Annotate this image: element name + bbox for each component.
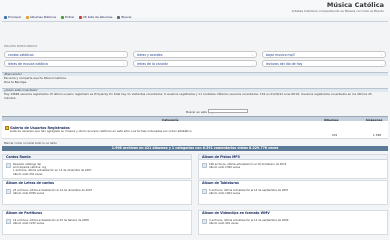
album-panel: Álbum de Tablaturas 5 archivos, última a… xyxy=(198,180,388,205)
chevron-right-icon: › xyxy=(251,62,253,66)
album-panel: Álbum de Pistas MP3 106 archivos, última… xyxy=(198,154,388,179)
ad-link-text: letras de musica católica xyxy=(8,61,48,66)
favorites-icon xyxy=(79,15,83,19)
album-count: 231 xyxy=(332,133,338,137)
nav-divider xyxy=(2,21,388,22)
album-thumbnail[interactable] xyxy=(202,163,207,168)
welcome-line: Dios te Bendiga. xyxy=(4,79,28,84)
site-title: Música Católica xyxy=(326,1,384,9)
album-thumbnail[interactable] xyxy=(6,163,11,168)
album-info: 19 archivos, última actualización el 25 … xyxy=(13,219,89,225)
ad-link-text: letras de la canción xyxy=(137,61,169,66)
nav-label: Mi lista de álbumes xyxy=(83,15,113,19)
nav-item-search[interactable]: Buscar xyxy=(117,15,132,19)
album-panel: Álbum de Videoclips en formato WMV 3 arc… xyxy=(198,210,388,235)
album-info: 5 archivos, última actualización el 14 d… xyxy=(209,189,288,195)
ad-link[interactable]: bajar musica mp3 › xyxy=(262,51,386,58)
login-icon xyxy=(61,15,65,19)
chevron-right-icon: › xyxy=(380,53,382,57)
search-icon xyxy=(117,15,121,19)
ad-link[interactable]: letras de la canción › xyxy=(133,60,257,67)
ad-link-text: cantos católicos xyxy=(8,52,34,57)
nav-label: Álbumes Públicos xyxy=(29,15,57,19)
info-line: Álbum visto 432 veces xyxy=(13,172,43,176)
album-thumbnail[interactable] xyxy=(202,189,207,194)
nav-label: Entrar xyxy=(65,15,75,19)
album-panel: Cantos Ramia Pequeño catálogo del encicl… xyxy=(2,154,192,179)
album-info: 106 archivos, última actualización el 10… xyxy=(209,163,286,169)
category-description: Lista de usuarios que han agregado su mú… xyxy=(10,129,193,133)
ad-link-text: bajar musica mp3 xyxy=(266,52,295,57)
online-text: Hay 19669 usuarios registrados. El últim… xyxy=(4,92,372,100)
album-panel: Álbum de Letras de cantos 23 archivos, ú… xyxy=(2,180,192,205)
ad-link-text: letras y acordes xyxy=(137,52,163,57)
album-info: 3 archivos, última actualización el 14 d… xyxy=(209,219,288,225)
chevron-right-icon: › xyxy=(251,53,253,57)
info-line: Álbum visto 1004 veces xyxy=(209,192,241,196)
nav-item-login[interactable]: Entrar xyxy=(61,15,74,19)
album-grid: Cantos Ramia Pequeño catálogo del encicl… xyxy=(2,152,388,240)
folder-icon xyxy=(5,126,9,130)
ad-link-text: lecturas del día de hoy xyxy=(266,61,303,66)
nav-label: Principal xyxy=(8,15,21,19)
ad-link[interactable]: letras de musica católica › xyxy=(4,60,128,67)
info-line: Álbum visto 401 veces xyxy=(209,222,239,226)
welcome-text: Escucha y comparte aquí tu Música Católi… xyxy=(4,76,67,84)
nav-item-favorites[interactable]: Mi lista de álbumes xyxy=(79,15,112,19)
nav-item-albums[interactable]: Álbumes Públicos xyxy=(25,15,57,19)
album-panel: Álbum de Partituras 19 archivos, última … xyxy=(2,210,192,235)
ads-label: ENLACES PATROCINADOS xyxy=(4,45,38,48)
table-row: Galería de Usuarios Registrados Lista de… xyxy=(2,121,388,139)
chevron-right-icon: › xyxy=(122,62,124,66)
chevron-right-icon: › xyxy=(380,62,382,66)
albums-icon xyxy=(25,15,29,19)
ad-link[interactable]: cantos católicos › xyxy=(4,51,128,58)
chevron-right-icon: › xyxy=(122,53,124,57)
nav-item-principal[interactable]: Principal xyxy=(4,15,21,19)
home-icon xyxy=(4,15,7,19)
nav-label: Buscar xyxy=(121,15,132,19)
album-thumbnail[interactable] xyxy=(202,219,207,224)
sponsored-links: ENLACES PATROCINADOS cantos católicos › l… xyxy=(4,45,388,71)
mark-unread-link[interactable]: Marcar como no leído todo lo no leído xyxy=(4,141,57,145)
info-line: Álbum visto 1399 veces xyxy=(209,166,241,170)
image-count: 1 348 xyxy=(373,133,382,137)
search-input[interactable] xyxy=(208,109,248,113)
info-line: Álbum visto 1232 veces xyxy=(13,222,45,226)
album-thumbnail[interactable] xyxy=(6,189,11,194)
top-nav: Principal Álbumes Públicos Entrar Mi lis… xyxy=(4,15,132,19)
site-description: Artistas Católicos compartiendo su Músic… xyxy=(291,9,384,13)
ad-link[interactable]: lecturas del día de hoy › xyxy=(262,60,386,67)
stats-bar: 1.998 archivos en 421 álbumes y 1 catego… xyxy=(2,146,388,151)
album-thumbnail[interactable] xyxy=(6,219,11,224)
info-line: Álbum visto 8766 veces xyxy=(13,192,45,196)
album-info: 23 archivos, última actualización el 14 … xyxy=(13,189,92,195)
ad-link[interactable]: letras y acordes › xyxy=(133,51,257,58)
album-info: Pequeño catálogo del enciclopedia católi… xyxy=(13,163,92,176)
